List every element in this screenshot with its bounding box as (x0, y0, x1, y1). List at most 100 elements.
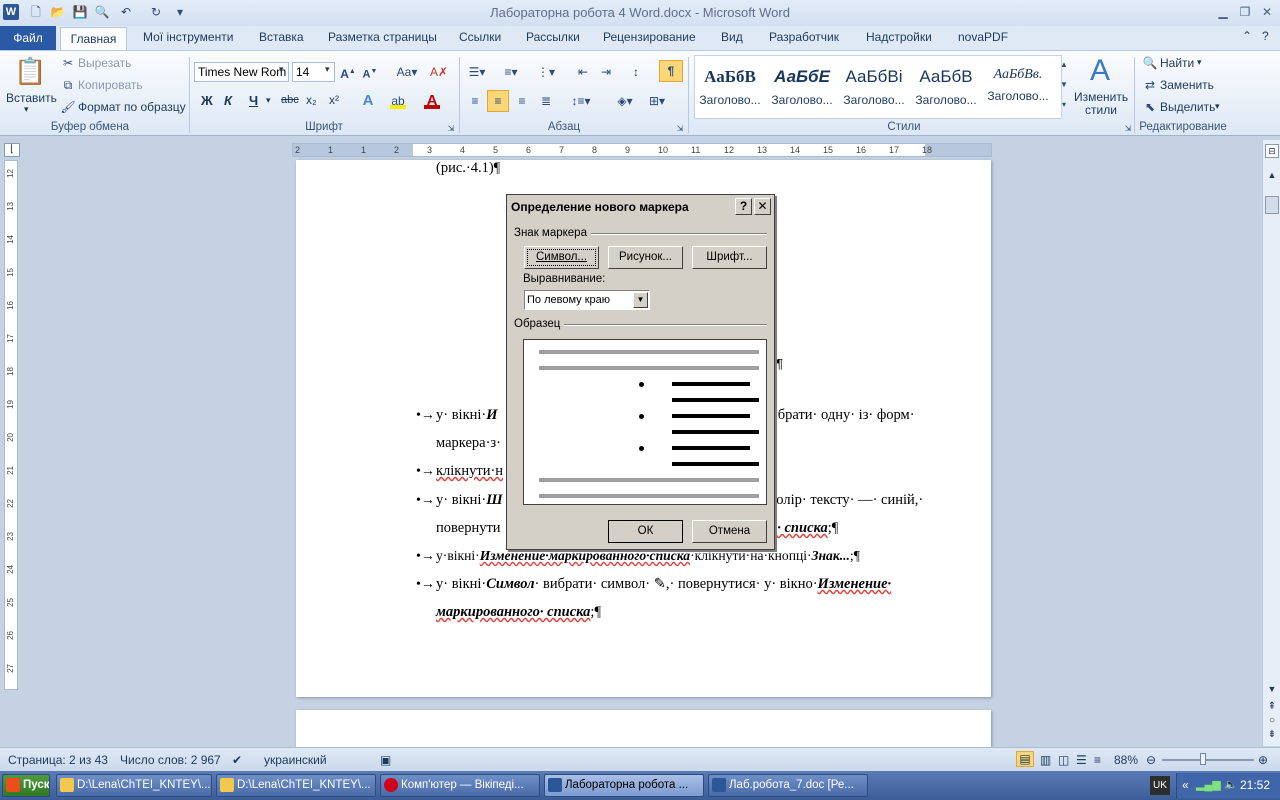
tab-review[interactable]: Рецензирование (603, 30, 696, 44)
subscript-button[interactable]: x₂ (306, 93, 317, 107)
show-formatting-marks-button[interactable]: ¶ (659, 60, 683, 82)
paste-button[interactable]: Вставить (6, 91, 57, 105)
web-layout-view-icon[interactable]: ◫ (1058, 753, 1069, 767)
tab-stop-selector[interactable]: ⌊ (4, 143, 20, 157)
paste-icon[interactable]: 📋 (14, 55, 46, 89)
shrink-font-icon[interactable]: A▼ (362, 64, 378, 81)
vertical-ruler[interactable]: 12 13 14 15 16 17 18 19 20 21 22 23 24 25 26 27 (4, 160, 18, 690)
clear-formatting-icon[interactable]: A✗ (430, 64, 448, 80)
select-button[interactable]: Выделить (1160, 100, 1215, 114)
line-spacing-icon[interactable]: ↕≡▾ (568, 93, 594, 109)
macro-record-icon[interactable]: ▣ (380, 753, 391, 767)
underline-button[interactable]: Ч (249, 93, 258, 108)
justify-icon[interactable]: ≣ (538, 93, 554, 109)
zoom-out-icon[interactable]: ⊖ (1146, 753, 1156, 767)
vertical-scrollbar[interactable]: ⊟ ▲ ▼ ⇞ ○ ⇟ (1262, 140, 1280, 746)
tab-insert[interactable]: Вставка (259, 30, 304, 44)
tab-page-layout[interactable]: Разметка страницы (328, 30, 437, 44)
strikethrough-button[interactable]: abc (281, 94, 299, 106)
sort-icon[interactable]: ↕ (628, 64, 644, 80)
styles-scroll-down-icon[interactable]: ▼ (1056, 77, 1072, 93)
tab-developer[interactable]: Разработчик (769, 30, 839, 44)
ok-button[interactable]: ОК (608, 520, 683, 543)
taskbar-item-word-active[interactable]: Лабораторна робота ... (544, 774, 704, 797)
styles-scroll-up-icon[interactable]: ▲ (1056, 57, 1072, 73)
minimize-ribbon-icon[interactable]: ⌃ (1242, 29, 1252, 43)
network-signal-icon[interactable]: ▂▄▆ (1196, 778, 1221, 791)
format-painter-button[interactable]: Формат по образцу (78, 100, 186, 114)
style-heading-4[interactable]: АаБбВ Заголово... (910, 59, 982, 115)
tab-home[interactable]: Главная (60, 27, 127, 51)
styles-more-icon[interactable]: ▾ (1056, 97, 1072, 113)
proofing-icon[interactable]: ✔ (232, 753, 242, 767)
zoom-slider-thumb[interactable] (1200, 753, 1206, 765)
alignment-dropdown-icon[interactable]: ▼ (633, 292, 648, 308)
draft-view-icon[interactable]: ≡ (1094, 753, 1101, 767)
tray-expand-icon[interactable]: « (1182, 778, 1189, 792)
style-heading-1[interactable]: АаБбВ Заголово... (694, 59, 766, 115)
borders-icon[interactable]: ⊞▾ (644, 93, 670, 109)
tab-addins[interactable]: Надстройки (866, 30, 932, 44)
tab-mailings[interactable]: Рассылки (526, 30, 580, 44)
outline-view-icon[interactable]: ☰ (1076, 753, 1087, 767)
font-name-dropdown-icon[interactable]: ▾ (279, 64, 284, 75)
taskbar-item-opera[interactable]: Комп'ютер — Вікіпеді... (380, 774, 540, 797)
cancel-button[interactable]: Отмена (692, 520, 767, 543)
copy-button[interactable]: Копировать (78, 78, 143, 92)
superscript-button[interactable]: x² (329, 93, 339, 107)
font-button[interactable]: Шрифт... (692, 246, 767, 269)
horizontal-ruler[interactable]: 2 1 1 2 3 4 5 6 7 8 9 10 11 12 13 14 15 16 17 18 (292, 143, 992, 157)
change-case-icon[interactable]: Aa▾ (394, 64, 420, 80)
view-ruler-toggle-icon[interactable]: ⊟ (1265, 144, 1279, 158)
font-size-dropdown-icon[interactable]: ▾ (325, 64, 330, 75)
numbering-icon[interactable]: ≡▾ (500, 64, 522, 80)
word-count[interactable]: Число слов: 2 967 (120, 753, 221, 767)
minimize-button[interactable]: ▁ (1212, 3, 1234, 21)
taskbar-item-explorer-2[interactable]: D:\Lena\ChTEI_KNTEY\... (216, 774, 376, 797)
tab-view[interactable]: Вид (721, 30, 743, 44)
select-browse-object-icon[interactable]: ○ (1265, 714, 1279, 728)
scroll-up-icon[interactable]: ▲ (1265, 168, 1279, 182)
multilevel-list-icon[interactable]: ⋮▾ (535, 64, 557, 80)
dialog-help-button[interactable]: ? (735, 198, 752, 215)
paragraph-dialog-launcher-icon[interactable]: ⇲ (672, 121, 688, 137)
style-heading-3[interactable]: АаБбВі Заголово... (838, 59, 910, 115)
taskbar-item-explorer-1[interactable]: D:\Lena\ChTEI_KNTEY\... (56, 774, 212, 797)
replace-button[interactable]: Заменить (1160, 78, 1214, 92)
help-icon[interactable]: ? (1262, 29, 1269, 43)
align-center-button[interactable]: ≡ (487, 90, 509, 112)
align-left-icon[interactable]: ≡ (467, 93, 483, 109)
document-page-next[interactable] (296, 710, 991, 750)
change-styles-icon[interactable]: A (1084, 55, 1116, 87)
bullets-icon[interactable]: ☰▾ (466, 64, 488, 80)
language-indicator-tray[interactable]: UK (1150, 776, 1170, 795)
picture-button[interactable]: Рисунок... (608, 246, 683, 269)
zoom-slider[interactable] (1162, 759, 1254, 761)
decrease-indent-icon[interactable]: ⇤ (575, 64, 591, 80)
shading-icon[interactable]: ◈▾ (612, 93, 638, 109)
style-heading-2[interactable]: АаБбЕ Заголово... (766, 59, 838, 115)
italic-button[interactable]: К (224, 93, 232, 108)
close-window-button[interactable]: ✕ (1256, 3, 1278, 21)
change-styles-button[interactable]: Изменить стили (1074, 91, 1128, 117)
tab-references[interactable]: Ссылки (459, 30, 501, 44)
align-right-icon[interactable]: ≡ (514, 93, 530, 109)
find-button[interactable]: Найти (1160, 56, 1194, 70)
style-heading-5[interactable]: АаБбВв. Заголово... (982, 59, 1054, 115)
font-dialog-launcher-icon[interactable]: ⇲ (443, 121, 459, 137)
increase-indent-icon[interactable]: ⇥ (598, 64, 614, 80)
zoom-level[interactable]: 88% (1114, 753, 1138, 767)
highlight-icon[interactable]: ab (390, 93, 406, 109)
cut-button[interactable]: Вырезать (78, 56, 131, 70)
symbol-button[interactable]: Символ... (524, 246, 599, 269)
zoom-in-icon[interactable]: ⊕ (1258, 753, 1268, 767)
dialog-close-button[interactable]: ✕ (754, 198, 771, 215)
text-effects-icon[interactable]: A (360, 93, 376, 109)
bold-button[interactable]: Ж (201, 93, 213, 108)
find-dropdown-icon[interactable]: ▾ (1197, 57, 1202, 68)
font-name-combo[interactable]: Times New Rom (194, 62, 289, 82)
scrollbar-thumb[interactable] (1265, 196, 1279, 214)
underline-dropdown-icon[interactable]: ▾ (266, 95, 271, 106)
maximize-button[interactable]: ❐ (1234, 3, 1256, 21)
scroll-down-icon[interactable]: ▼ (1265, 682, 1279, 696)
